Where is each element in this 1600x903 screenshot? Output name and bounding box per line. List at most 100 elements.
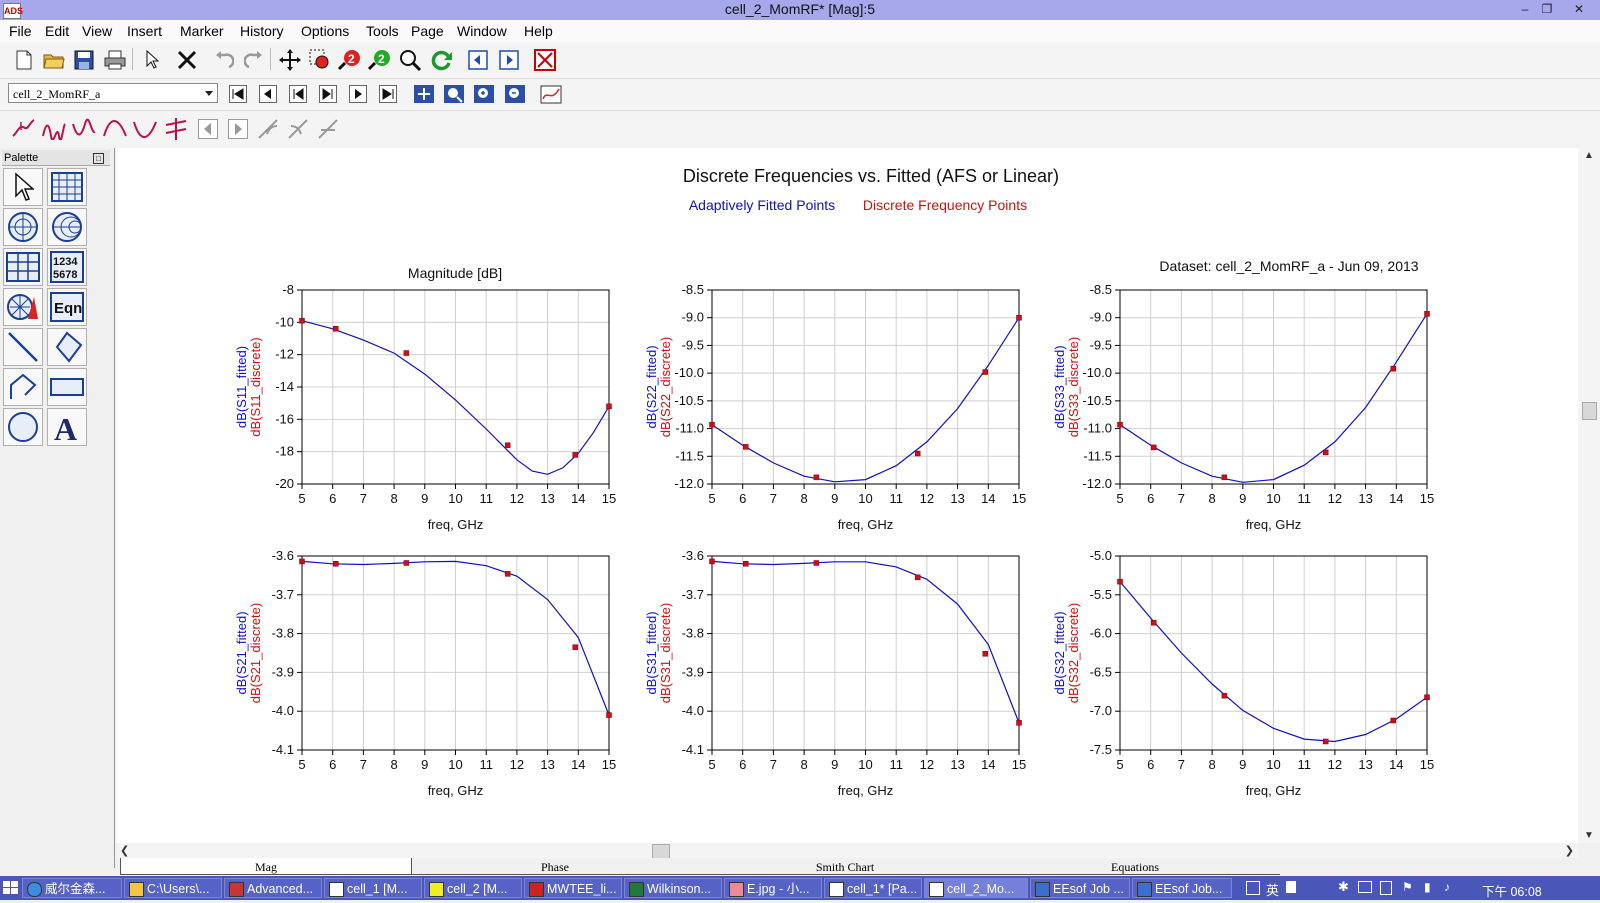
zoom-in-view-icon[interactable] (472, 82, 496, 106)
zoom-out-view-icon[interactable] (503, 82, 527, 106)
menu-options[interactable]: Options (301, 23, 349, 39)
list-table-icon[interactable]: 1234 5678 (47, 248, 87, 286)
menu-file[interactable]: File (9, 23, 32, 39)
next-page-icon[interactable] (497, 48, 521, 72)
palette-float-icon[interactable]: □ (93, 153, 104, 164)
plot-s22[interactable]: 5 6 7 8 9 10 11 12 13 14 15 -8.5 -9.0 -9.5 -10.0 -10.5 -… (644, 282, 1026, 532)
zoom-window-icon[interactable] (442, 82, 466, 106)
menu-view[interactable]: View (82, 23, 112, 39)
marker-delta-icon[interactable] (164, 117, 188, 141)
marker-left-icon[interactable] (256, 117, 280, 141)
start-icon[interactable] (0, 876, 22, 900)
zoom-area-icon[interactable] (308, 48, 332, 72)
zoom-out-2x-icon[interactable]: 2 (368, 48, 392, 72)
menu-tools[interactable]: Tools (366, 23, 399, 39)
signal-icon[interactable]: ▮ (1424, 880, 1431, 894)
play-back-icon[interactable] (286, 82, 310, 106)
minimize-button[interactable]: – (1514, 0, 1536, 18)
marker-peak-icon[interactable] (42, 117, 66, 141)
play-forward-icon[interactable] (316, 82, 340, 106)
taskbar-item-explorer[interactable]: C:\Users\... (124, 878, 222, 898)
save-icon[interactable] (72, 48, 96, 72)
zoom-to-fit-icon[interactable] (412, 82, 436, 106)
taskbar-item-ads-main[interactable]: Advanced... (224, 878, 322, 898)
restore-button[interactable]: ❐ (1536, 0, 1558, 18)
battery-icon[interactable] (1380, 881, 1392, 895)
scroll-left-icon[interactable]: ❮ (120, 844, 129, 857)
stop-simulation-icon[interactable] (533, 48, 557, 72)
move-icon[interactable] (278, 48, 302, 72)
ime-indicator[interactable]: 英 (1266, 880, 1279, 899)
tab-phase[interactable]: Phase (410, 858, 700, 875)
plot-options-icon[interactable] (540, 82, 564, 106)
plot-s33[interactable]: 5 6 7 8 9 10 11 12 13 14 15 -8.5 -9.0 -9.5 -10.0 -10.5 -… (1052, 282, 1434, 532)
polyline-tool-icon[interactable] (3, 368, 43, 406)
taskbar-item-cell2-active[interactable]: cell_2_Mo... (924, 878, 1028, 898)
marker-valley-icon[interactable] (72, 117, 96, 141)
delete-icon[interactable] (175, 48, 199, 72)
taskbar-item-eesof-job-1[interactable]: EEsof Job ... (1030, 878, 1130, 898)
rectangular-plot-icon[interactable] (47, 168, 87, 206)
bluetooth-icon[interactable]: ✱ (1338, 879, 1349, 895)
first-frame-icon[interactable] (226, 82, 250, 106)
marker-line-icon[interactable] (316, 117, 340, 141)
refresh-icon[interactable] (430, 48, 454, 72)
select-pointer-icon[interactable] (140, 48, 164, 72)
smith-chart-icon[interactable] (47, 208, 87, 246)
plot-s32[interactable]: 5 6 7 8 9 10 11 12 13 14 15 -5.0 -5.5 -6.0 -6.5 -7.0 -7.… (1052, 548, 1434, 798)
polar-plot-icon[interactable] (3, 208, 43, 246)
close-button[interactable]: ✕ (1564, 0, 1594, 18)
undo-icon[interactable] (212, 48, 236, 72)
menu-history[interactable]: History (240, 23, 284, 39)
taskbar-item-cell2[interactable]: cell_2 [M... (424, 878, 522, 898)
scroll-up-icon[interactable]: ▲ (1584, 150, 1594, 161)
monitor-icon[interactable] (1358, 881, 1372, 893)
plot-s11[interactable]: 5 6 7 8 9 10 11 12 13 14 15 -8 -10 -12 -14 -16 -18 -20 fre… (234, 282, 616, 532)
circle-tool-icon[interactable] (3, 408, 43, 446)
flag-icon[interactable]: ⚑ (1402, 880, 1413, 894)
plot-canvas[interactable]: Discrete Frequencies vs. Fitted (AFS or … (116, 148, 1578, 843)
taskbar-item-excel[interactable]: Wilkinson... (624, 878, 722, 898)
tab-mag[interactable]: Mag (120, 858, 412, 875)
pad-icon[interactable] (1286, 881, 1296, 893)
dataset-combo[interactable]: cell_2_MomRF_a (8, 83, 218, 103)
menu-page[interactable]: Page (411, 23, 444, 39)
taskbar-item-browser[interactable]: 威尔金森... (22, 878, 122, 898)
menu-edit[interactable]: Edit (45, 23, 69, 39)
taskbar-item-cell1-page[interactable]: cell_1* [Pa... (824, 878, 922, 898)
taskbar-item-cell1[interactable]: cell_1 [M... (324, 878, 422, 898)
step-forward-icon[interactable] (346, 82, 370, 106)
plot-s21[interactable]: 5 6 7 8 9 10 11 12 13 14 15 -3.6 -3.7 -3.8 -3.9 -4.0 -4.… (234, 548, 616, 798)
marker-max-icon[interactable] (103, 117, 127, 141)
zoom-icon[interactable] (398, 48, 422, 72)
marker-next-icon[interactable] (226, 117, 250, 141)
taskbar-item-mwtee[interactable]: MWTEE_li... (524, 878, 622, 898)
menu-marker[interactable]: Marker (180, 23, 224, 39)
volume-icon[interactable]: ♪ (1444, 880, 1450, 894)
menu-insert[interactable]: Insert (127, 23, 162, 39)
tab-equations[interactable]: Equations (990, 858, 1280, 875)
scroll-right-icon[interactable]: ❯ (1565, 844, 1574, 857)
text-tool-icon[interactable]: A (47, 408, 87, 446)
keyboard-icon[interactable] (1246, 881, 1260, 895)
new-file-icon[interactable] (12, 48, 36, 72)
marker-right-icon[interactable] (286, 117, 310, 141)
marker-min-icon[interactable] (133, 117, 157, 141)
marker-new-icon[interactable] (12, 117, 36, 141)
scroll-down-icon[interactable]: ▼ (1584, 830, 1594, 841)
tab-smith-chart[interactable]: Smith Chart (700, 858, 990, 875)
rectangle-tool-icon[interactable] (47, 368, 87, 406)
zoom-in-2x-icon[interactable]: 2 (338, 48, 362, 72)
menu-help[interactable]: Help (524, 23, 553, 39)
print-icon[interactable] (103, 48, 127, 72)
equation-icon[interactable]: Eqn (47, 288, 87, 326)
marker-previous-icon[interactable] (196, 117, 220, 141)
step-back-icon[interactable] (256, 82, 280, 106)
line-tool-icon[interactable] (3, 328, 43, 366)
antenna-plot-icon[interactable] (3, 288, 43, 326)
vertical-scrollbar[interactable]: ▲ ▼ (1578, 148, 1600, 843)
open-folder-icon[interactable] (42, 48, 66, 72)
pointer-tool-icon[interactable] (3, 168, 43, 206)
last-frame-icon[interactable] (376, 82, 400, 106)
polygon-tool-icon[interactable] (47, 328, 87, 366)
